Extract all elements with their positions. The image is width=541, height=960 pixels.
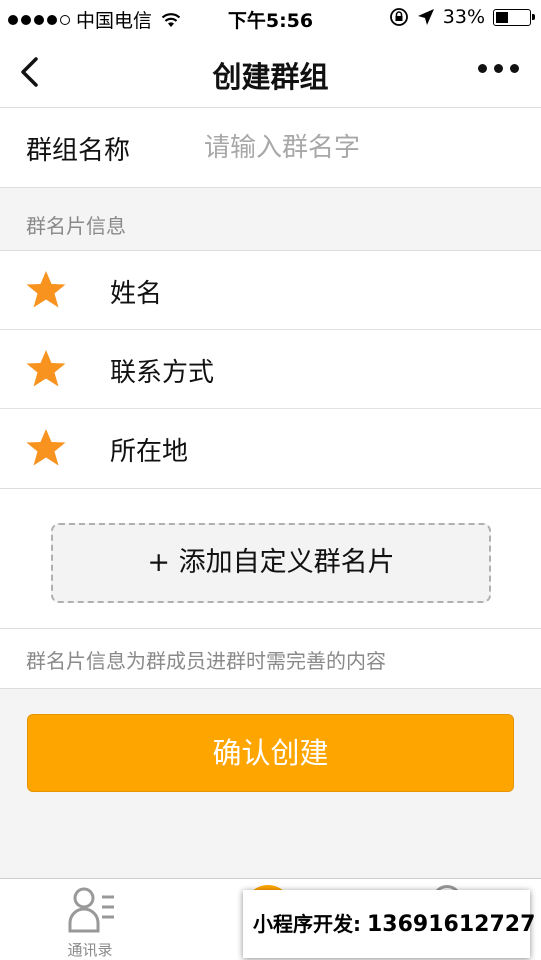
list-item-contact[interactable]: 联系方式 <box>0 330 541 409</box>
card-info-section-title: 群名片信息 <box>26 214 126 238</box>
watermark-banner: 小程序开发: 13691612727 <box>243 890 535 958</box>
nav-bar: 创建群组 <box>0 36 541 108</box>
add-custom-area: + 添加自定义群名片 <box>0 489 541 629</box>
watermark-phone: 13691612727 <box>367 912 536 937</box>
card-info-hint: 群名片信息为群成员进群时需完善的内容 <box>26 649 386 673</box>
battery-percent: 33% <box>442 6 485 28</box>
field-label: 姓名 <box>110 279 163 309</box>
battery-icon <box>493 8 535 26</box>
list-item-location[interactable]: 所在地 <box>0 409 541 488</box>
field-label: 所在地 <box>110 437 189 467</box>
status-right: 33% <box>389 6 535 28</box>
tab-contacts[interactable]: 通讯录 <box>50 885 130 960</box>
contacts-icon <box>68 887 114 933</box>
star-icon <box>26 429 66 466</box>
watermark-label: 小程序开发: <box>253 912 361 936</box>
hint-row: 群名片信息为群成员进群时需完善的内容 <box>0 629 541 689</box>
group-name-row: 群组名称 <box>0 108 541 188</box>
rotation-lock-icon <box>389 8 408 26</box>
star-icon <box>26 350 66 387</box>
confirm-create-button[interactable]: 确认创建 <box>27 714 514 792</box>
status-bar: 中国电信 下午5:56 33% <box>0 0 541 36</box>
page-title: 创建群组 <box>212 60 329 94</box>
star-icon <box>26 271 66 308</box>
add-custom-card-button[interactable]: + 添加自定义群名片 <box>51 523 491 603</box>
location-arrow-icon <box>417 9 434 25</box>
more-menu-icon[interactable] <box>478 64 519 73</box>
field-label: 联系方式 <box>110 358 215 388</box>
group-name-input[interactable] <box>204 124 514 172</box>
tab-contacts-label: 通讯录 <box>67 941 113 959</box>
group-name-label: 群组名称 <box>26 136 131 166</box>
list-item-name[interactable]: 姓名 <box>0 251 541 330</box>
card-fields-list: 姓名 联系方式 所在地 <box>0 250 541 489</box>
